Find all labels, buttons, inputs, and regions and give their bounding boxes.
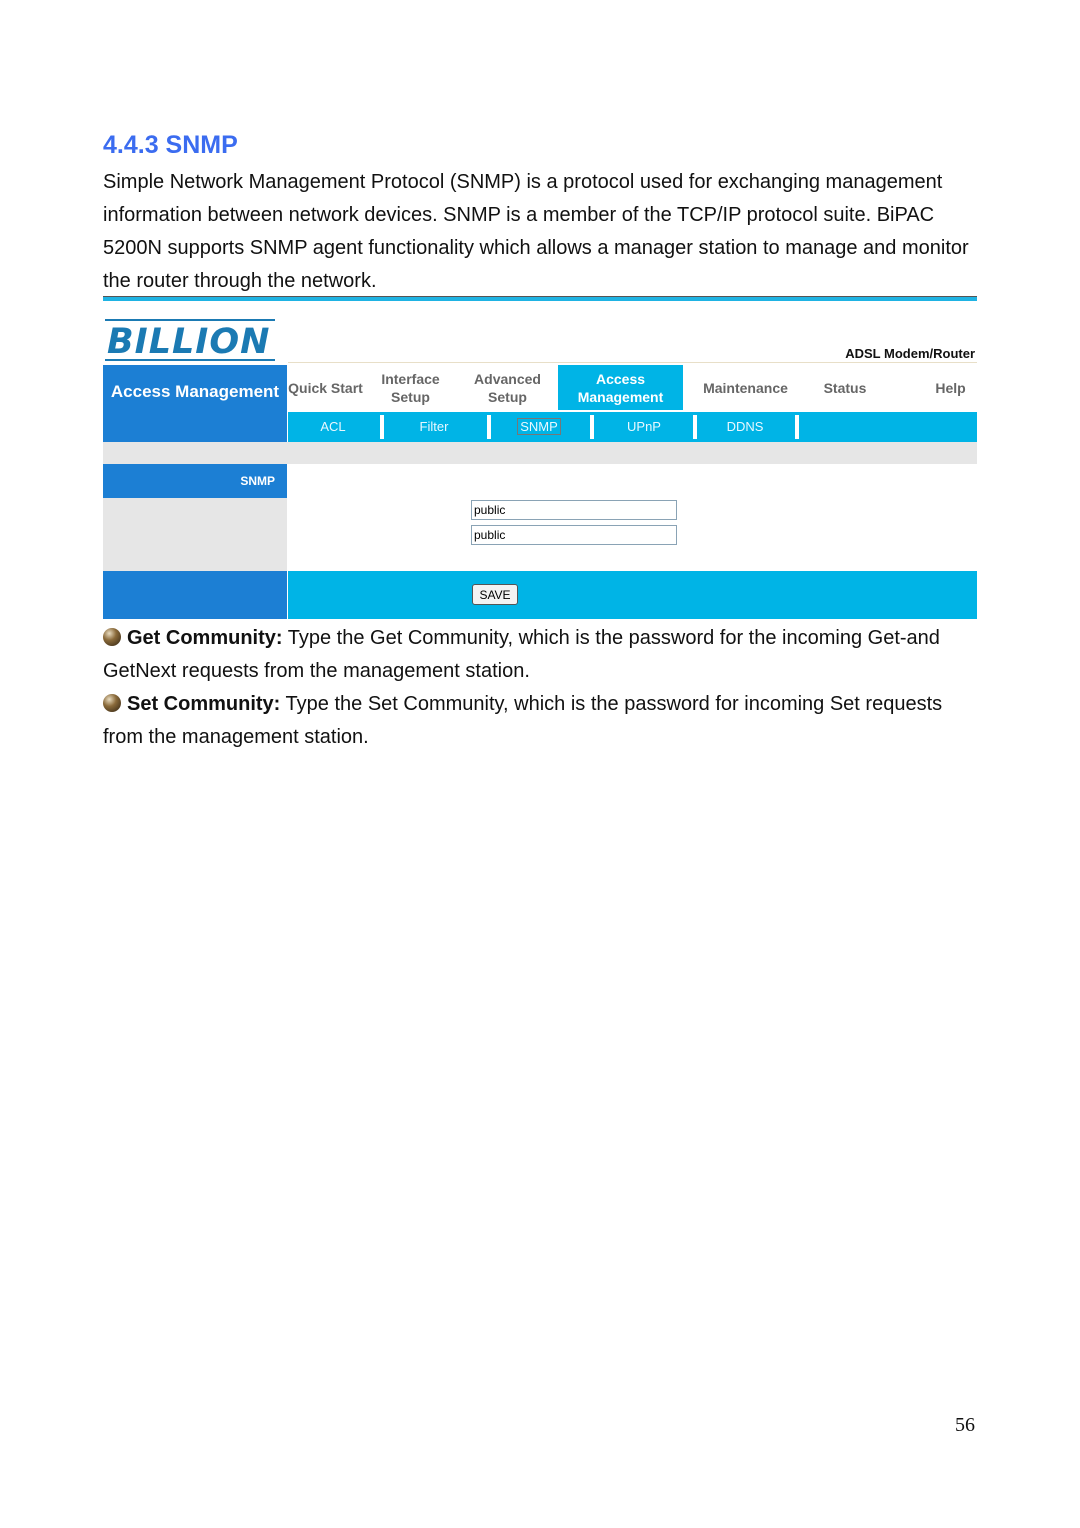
divider [103, 296, 977, 301]
subtab-ddns[interactable]: DDNS [697, 412, 793, 442]
subtab-acl[interactable]: ACL [288, 412, 378, 442]
page-number: 56 [955, 1414, 975, 1436]
tab-interface-setup[interactable]: Interface Setup [368, 365, 453, 410]
section-heading: 4.4.3 SNMP [103, 131, 238, 159]
bullet-icon [103, 628, 121, 646]
left-section-title: Access Management [103, 365, 287, 442]
router-screenshot: BILLION ADSL Modem/Router Access Managem… [103, 315, 977, 619]
tab-advanced-setup[interactable]: Advanced Setup [460, 365, 555, 410]
tab-maintenance[interactable]: Maintenance [693, 365, 798, 410]
subtab-filter[interactable]: Filter [384, 412, 484, 442]
save-button[interactable]: SAVE [472, 584, 518, 605]
side-section-title: SNMP [103, 464, 287, 498]
subtab-upnp[interactable]: UPnP [594, 412, 694, 442]
snmp-form: Get Community : Set Community : [288, 464, 977, 571]
main-tabs: Quick Start Interface Setup Advanced Set… [288, 365, 977, 410]
product-name: ADSL Modem/Router [845, 346, 975, 361]
subtab-snmp[interactable]: SNMP [491, 412, 587, 442]
description-item: Set Community: Type the Set Community, w… [103, 693, 943, 748]
tab-quick-start[interactable]: Quick Start [288, 365, 363, 410]
tab-help[interactable]: Help [918, 365, 983, 410]
sub-tabs: ACL Filter SNMP UPnP DDNS [288, 412, 977, 442]
tab-access-management[interactable]: Access Management [558, 365, 683, 410]
get-community-input[interactable] [471, 500, 677, 520]
intro-paragraph: Simple Network Management Protocol (SNMP… [103, 171, 969, 292]
bullet-icon [103, 694, 121, 712]
set-community-input[interactable] [471, 525, 677, 545]
description-item: Get Community: Type the Get Community, w… [103, 627, 940, 682]
tab-status[interactable]: Status [810, 365, 880, 410]
field-descriptions: Get Community: Type the Get Community, w… [103, 622, 983, 754]
billion-logo: BILLION [105, 319, 275, 362]
